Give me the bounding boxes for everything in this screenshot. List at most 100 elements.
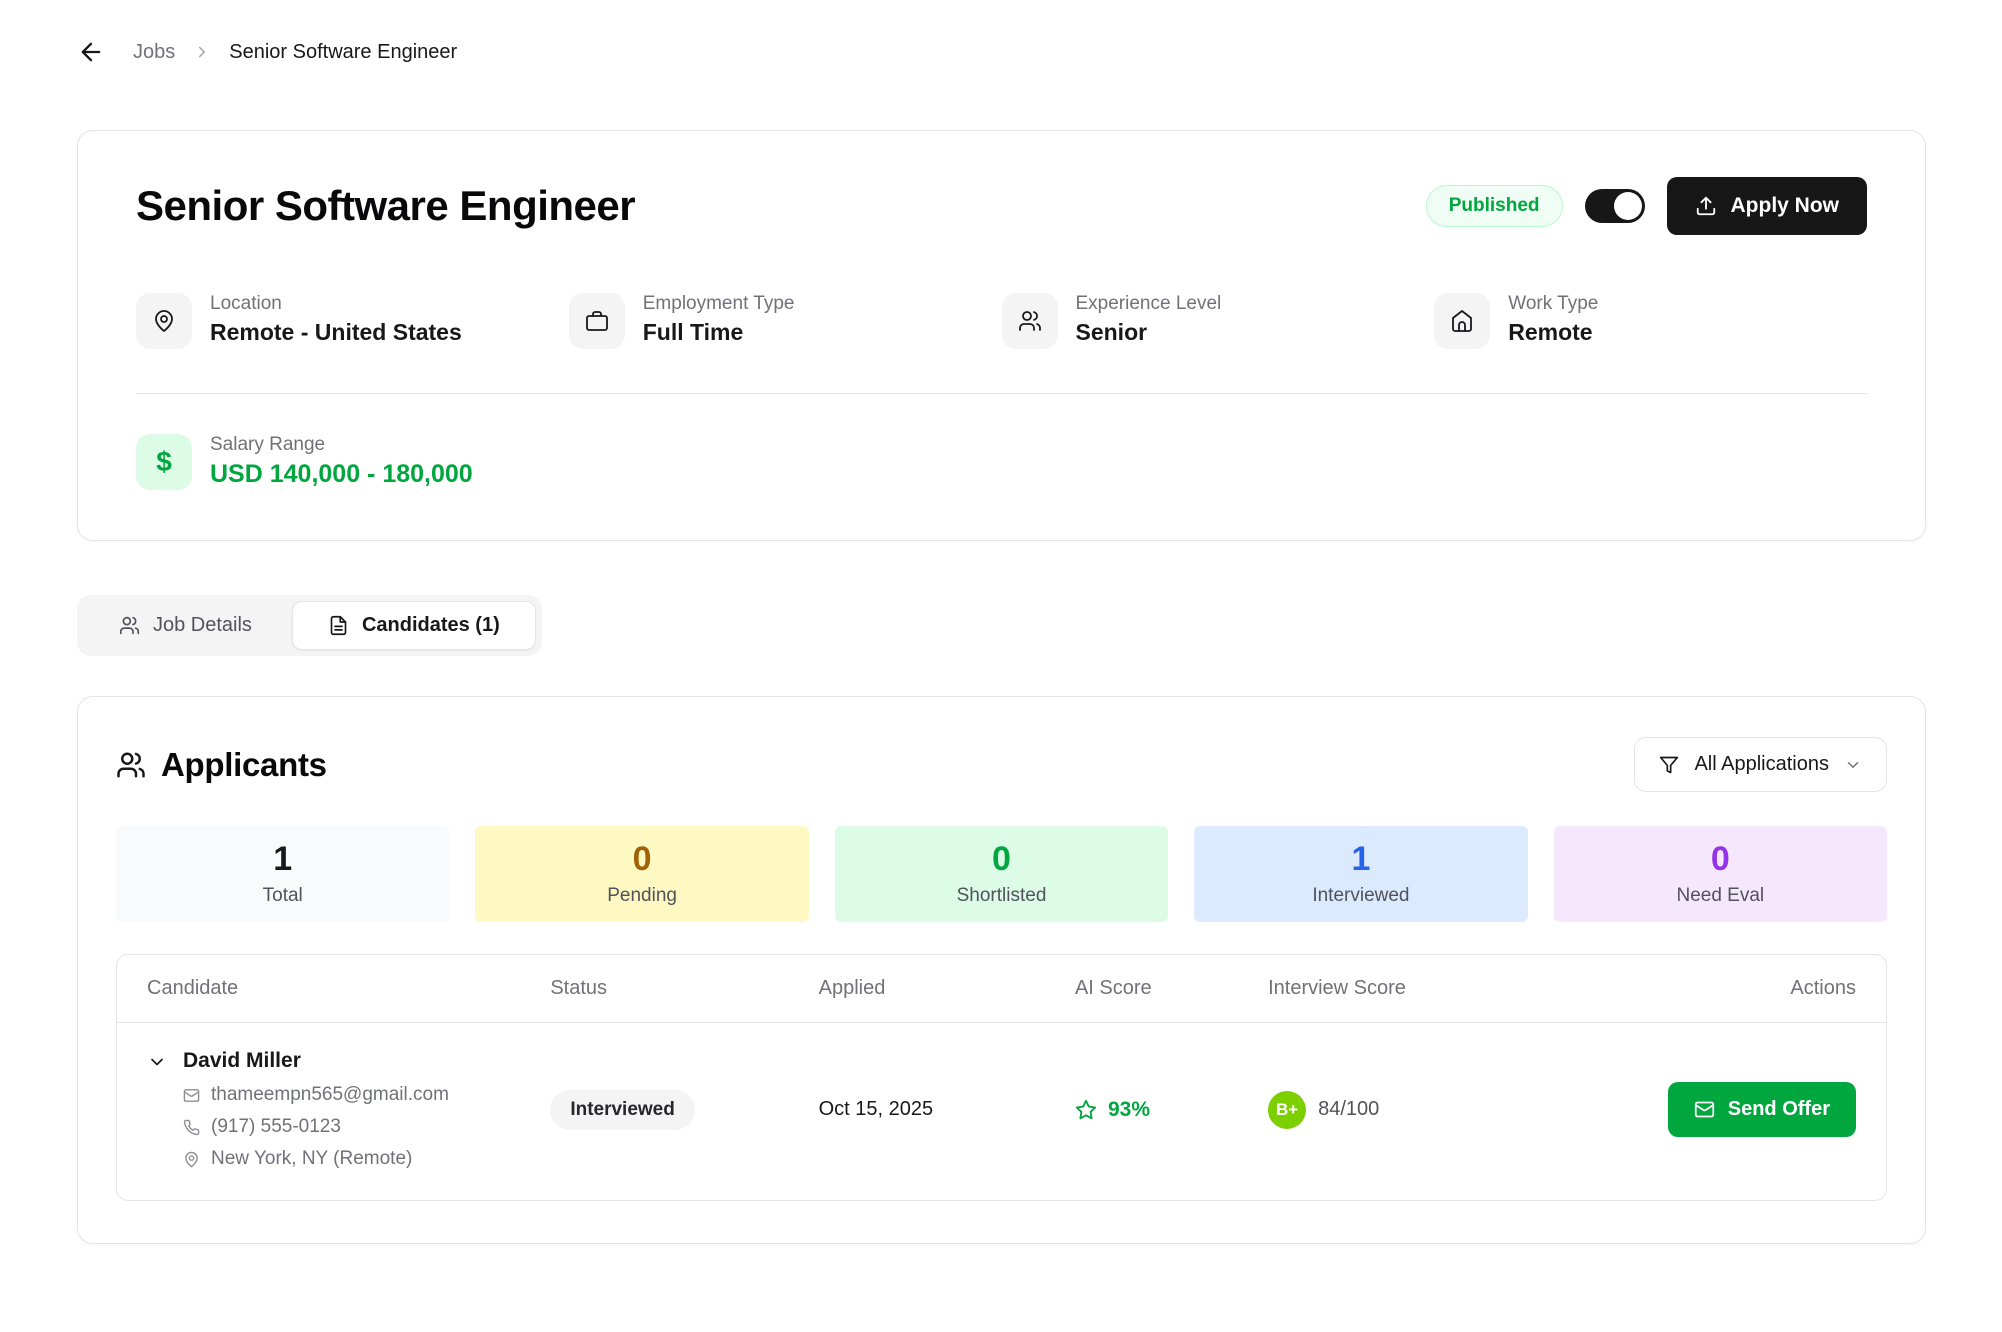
stat-label: Shortlisted [957, 885, 1047, 907]
applicant-stats: 1 Total 0 Pending 0 Shortlisted 1 Interv… [116, 826, 1887, 922]
job-detail-page: Jobs Senior Software Engineer Senior Sof… [0, 0, 2002, 1332]
applications-filter-dropdown[interactable]: All Applications [1634, 737, 1887, 792]
actions-cell: Send Offer [1668, 1082, 1856, 1137]
table-row: David Miller thameempn565@gmail.com (917… [117, 1023, 1886, 1200]
map-pin-icon [136, 293, 192, 349]
applied-date: Oct 15, 2025 [819, 1098, 1075, 1121]
map-pin-icon [183, 1151, 200, 1168]
interview-score-cell: B+ 84/100 [1268, 1091, 1613, 1129]
candidate-cell: David Miller thameempn565@gmail.com (917… [147, 1049, 550, 1170]
job-summary-card: Senior Software Engineer Published Apply… [77, 130, 1926, 541]
stat-total: 1 Total [116, 826, 449, 922]
info-value: Full Time [643, 319, 795, 346]
location-text: New York, NY (Remote) [211, 1148, 412, 1170]
salary-value: USD 140,000 - 180,000 [210, 460, 473, 489]
breadcrumb: Jobs Senior Software Engineer [77, 36, 1926, 68]
phone-text: (917) 555-0123 [211, 1116, 341, 1138]
ai-score-cell: 93% [1075, 1098, 1268, 1122]
salary-range: $ Salary Range USD 140,000 - 180,000 [136, 434, 1867, 490]
home-icon [1434, 293, 1490, 349]
info-label: Employment Type [643, 293, 795, 315]
col-candidate: Candidate [147, 977, 550, 1000]
tab-label: Job Details [153, 614, 252, 637]
send-offer-button[interactable]: Send Offer [1668, 1082, 1856, 1137]
star-icon [1075, 1099, 1097, 1121]
apply-now-label: Apply Now [1731, 194, 1840, 218]
upload-icon [1695, 195, 1717, 217]
send-offer-label: Send Offer [1728, 1098, 1830, 1121]
users-icon [116, 750, 146, 780]
back-button[interactable] [77, 38, 105, 66]
status-badge: Interviewed [550, 1090, 695, 1130]
salary-label: Salary Range [210, 434, 473, 456]
candidate-email: thameempn565@gmail.com [183, 1084, 449, 1106]
candidates-table: Candidate Status Applied AI Score Interv… [116, 954, 1887, 1201]
arrow-left-icon [77, 38, 105, 66]
col-applied: Applied [819, 977, 1075, 1000]
col-ai-score: AI Score [1075, 977, 1268, 1000]
stat-value: 0 [1711, 842, 1730, 876]
info-label: Experience Level [1076, 293, 1222, 315]
tab-job-details[interactable]: Job Details [83, 601, 288, 650]
stat-interviewed: 1 Interviewed [1194, 826, 1527, 922]
stat-value: 0 [633, 842, 652, 876]
candidate-name: David Miller [183, 1049, 449, 1073]
candidate-phone: (917) 555-0123 [183, 1116, 449, 1138]
tab-label: Candidates (1) [362, 614, 500, 637]
breadcrumb-jobs[interactable]: Jobs [133, 41, 175, 64]
expand-row-button[interactable] [147, 1052, 167, 1072]
stat-value: 1 [273, 842, 292, 876]
info-label: Location [210, 293, 462, 315]
table-header-row: Candidate Status Applied AI Score Interv… [117, 955, 1886, 1023]
tab-candidates[interactable]: Candidates (1) [292, 601, 536, 650]
users-icon [119, 615, 140, 636]
page-title: Senior Software Engineer [136, 182, 635, 230]
col-actions: Actions [1790, 977, 1856, 1000]
chevron-down-icon [1844, 756, 1862, 774]
email-text: thameempn565@gmail.com [211, 1084, 449, 1106]
stat-label: Total [263, 885, 303, 907]
stat-label: Pending [607, 885, 677, 907]
info-location: Location Remote - United States [136, 293, 569, 349]
status-cell: Interviewed [550, 1090, 818, 1130]
mail-icon [183, 1087, 200, 1104]
stat-label: Need Eval [1676, 885, 1764, 907]
candidate-location: New York, NY (Remote) [183, 1148, 449, 1170]
info-value: Senior [1076, 319, 1222, 346]
grade-badge: B+ [1268, 1091, 1306, 1129]
chevron-down-icon [147, 1052, 167, 1072]
toggle-knob [1614, 192, 1642, 220]
phone-icon [183, 1119, 200, 1136]
col-status: Status [550, 977, 818, 1000]
job-info-grid: Location Remote - United States Employme… [136, 293, 1867, 349]
stat-need-eval: 0 Need Eval [1554, 826, 1887, 922]
stat-shortlisted: 0 Shortlisted [835, 826, 1168, 922]
breadcrumb-current: Senior Software Engineer [229, 41, 457, 64]
info-value: Remote [1508, 319, 1598, 346]
stat-value: 0 [992, 842, 1011, 876]
publish-toggle[interactable] [1585, 189, 1645, 223]
divider [136, 393, 1867, 394]
apply-now-button[interactable]: Apply Now [1667, 177, 1868, 235]
ai-score-value: 93% [1108, 1098, 1150, 1122]
stat-pending: 0 Pending [475, 826, 808, 922]
info-label: Work Type [1508, 293, 1598, 315]
info-value: Remote - United States [210, 319, 462, 346]
file-text-icon [328, 615, 349, 636]
interview-score-value: 84/100 [1318, 1098, 1379, 1121]
info-work-type: Work Type Remote [1434, 293, 1867, 349]
filter-icon [1659, 755, 1679, 775]
info-employment-type: Employment Type Full Time [569, 293, 1002, 349]
stat-value: 1 [1351, 842, 1370, 876]
filter-label: All Applications [1694, 753, 1829, 776]
chevron-right-icon [193, 43, 211, 61]
status-badge: Published [1426, 185, 1563, 227]
dollar-icon: $ [136, 434, 192, 490]
tab-bar: Job Details Candidates (1) [77, 595, 542, 656]
mail-icon [1694, 1099, 1715, 1120]
briefcase-icon [569, 293, 625, 349]
stat-label: Interviewed [1312, 885, 1409, 907]
users-icon [1002, 293, 1058, 349]
info-experience-level: Experience Level Senior [1002, 293, 1435, 349]
col-interview-score: Interview Score [1268, 977, 1613, 1000]
